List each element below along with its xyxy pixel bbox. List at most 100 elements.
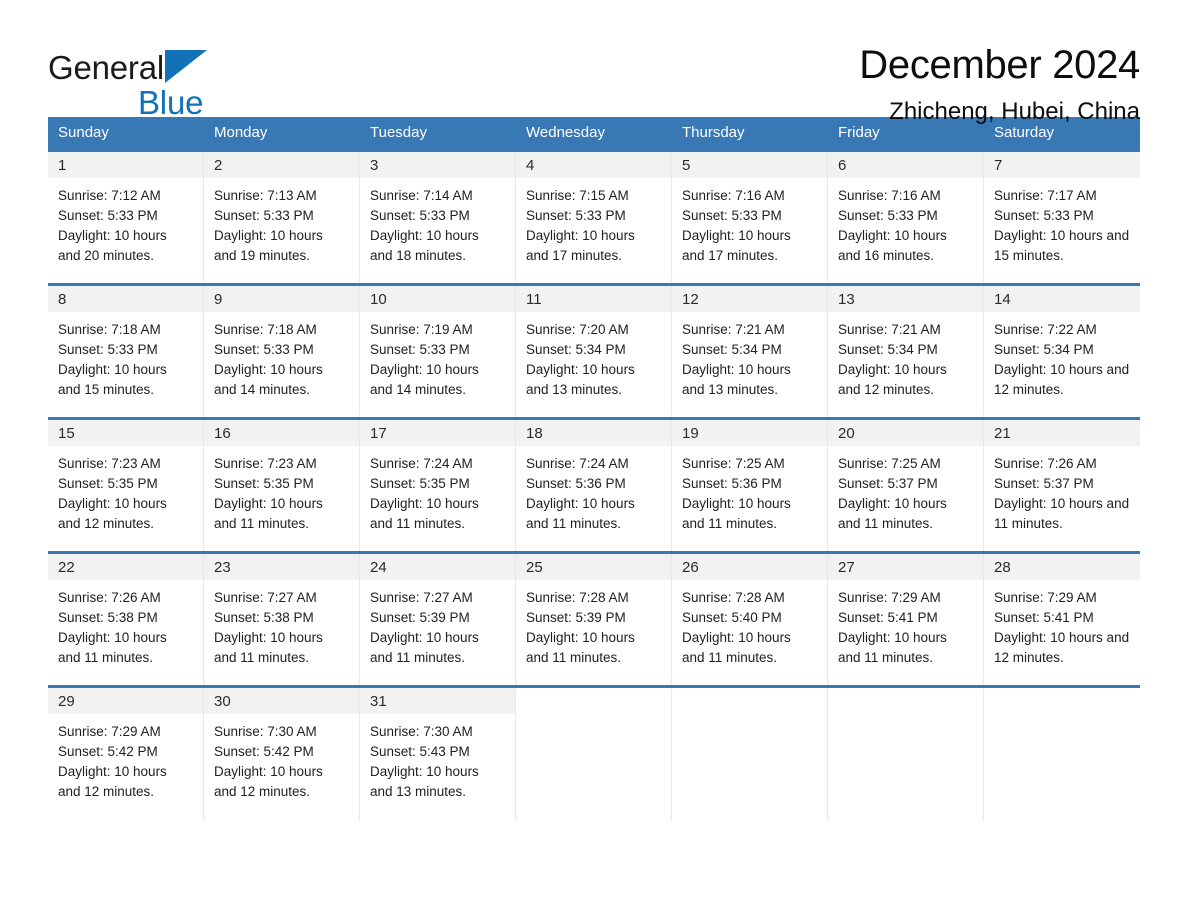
day-number-band: 22 (48, 554, 203, 580)
calendar-day-cell-17[interactable]: 17 Sunrise: 7:24 AM Sunset: 5:35 PM Dayl… (360, 420, 516, 551)
calendar-day-cell-6[interactable]: 6 Sunrise: 7:16 AM Sunset: 5:33 PM Dayli… (828, 152, 984, 283)
calendar-day-cell-29[interactable]: 29 Sunrise: 7:29 AM Sunset: 5:42 PM Dayl… (48, 688, 204, 821)
daylight-text: Daylight: 10 hours and 13 minutes. (682, 362, 791, 397)
calendar-day-cell-30[interactable]: 30 Sunrise: 7:30 AM Sunset: 5:42 PM Dayl… (204, 688, 360, 821)
calendar-day-cell-12[interactable]: 12 Sunrise: 7:21 AM Sunset: 5:34 PM Dayl… (672, 286, 828, 417)
day-info: Sunrise: 7:21 AM Sunset: 5:34 PM Dayligh… (672, 312, 827, 400)
sunrise-text: Sunrise: 7:19 AM (370, 322, 473, 337)
sunrise-text: Sunrise: 7:26 AM (994, 456, 1097, 471)
calendar-day-cell-2[interactable]: 2 Sunrise: 7:13 AM Sunset: 5:33 PM Dayli… (204, 152, 360, 283)
day-number: 15 (58, 424, 75, 442)
daylight-text: Daylight: 10 hours and 11 minutes. (994, 496, 1130, 531)
day-number: 21 (994, 424, 1011, 442)
sunrise-text: Sunrise: 7:29 AM (994, 590, 1097, 605)
calendar-day-cell-27[interactable]: 27 Sunrise: 7:29 AM Sunset: 5:41 PM Dayl… (828, 554, 984, 685)
weekday-header-tuesday: Tuesday (370, 124, 427, 141)
day-number: 18 (526, 424, 543, 442)
calendar-weeks: 1 Sunrise: 7:12 AM Sunset: 5:33 PM Dayli… (48, 149, 1140, 821)
day-info: Sunrise: 7:24 AM Sunset: 5:35 PM Dayligh… (360, 446, 515, 534)
sunrise-text: Sunrise: 7:28 AM (682, 590, 785, 605)
calendar-day-cell-31[interactable]: 31 Sunrise: 7:30 AM Sunset: 5:43 PM Dayl… (360, 688, 516, 821)
weekday-header-sunday: Sunday (58, 124, 109, 141)
calendar-day-cell-24[interactable]: 24 Sunrise: 7:27 AM Sunset: 5:39 PM Dayl… (360, 554, 516, 685)
day-number: 14 (994, 290, 1011, 308)
calendar-day-cell-3[interactable]: 3 Sunrise: 7:14 AM Sunset: 5:33 PM Dayli… (360, 152, 516, 283)
sunrise-text: Sunrise: 7:27 AM (370, 590, 473, 605)
day-number: 1 (58, 156, 67, 174)
day-number-band: 17 (360, 420, 515, 446)
day-number: 9 (214, 290, 223, 308)
daylight-text: Daylight: 10 hours and 14 minutes. (214, 362, 323, 397)
sunset-text: Sunset: 5:34 PM (994, 342, 1094, 357)
day-number: 12 (682, 290, 699, 308)
day-number-band: 3 (360, 152, 515, 178)
daylight-text: Daylight: 10 hours and 18 minutes. (370, 228, 479, 263)
day-number: 13 (838, 290, 855, 308)
day-number-band: 14 (984, 286, 1140, 312)
sunrise-text: Sunrise: 7:14 AM (370, 188, 473, 203)
calendar-day-cell-21[interactable]: 21 Sunrise: 7:26 AM Sunset: 5:37 PM Dayl… (984, 420, 1140, 551)
day-number-band: 26 (672, 554, 827, 580)
daylight-text: Daylight: 10 hours and 12 minutes. (58, 496, 167, 531)
sunset-text: Sunset: 5:34 PM (526, 342, 626, 357)
day-info: Sunrise: 7:15 AM Sunset: 5:33 PM Dayligh… (516, 178, 671, 266)
calendar-day-cell-20[interactable]: 20 Sunrise: 7:25 AM Sunset: 5:37 PM Dayl… (828, 420, 984, 551)
day-number-band: 2 (204, 152, 359, 178)
calendar-day-cell-7[interactable]: 7 Sunrise: 7:17 AM Sunset: 5:33 PM Dayli… (984, 152, 1140, 283)
day-number-band: 23 (204, 554, 359, 580)
brand-logo[interactable]: General Blue (48, 44, 378, 119)
calendar-day-cell-19[interactable]: 19 Sunrise: 7:25 AM Sunset: 5:36 PM Dayl… (672, 420, 828, 551)
day-info: Sunrise: 7:25 AM Sunset: 5:37 PM Dayligh… (828, 446, 983, 534)
sunrise-text: Sunrise: 7:25 AM (682, 456, 785, 471)
calendar-day-cell-1[interactable]: 1 Sunrise: 7:12 AM Sunset: 5:33 PM Dayli… (48, 152, 204, 283)
daylight-text: Daylight: 10 hours and 11 minutes. (214, 630, 323, 665)
day-number-band: 6 (828, 152, 983, 178)
day-number: 29 (58, 692, 75, 710)
calendar-day-cell-5[interactable]: 5 Sunrise: 7:16 AM Sunset: 5:33 PM Dayli… (672, 152, 828, 283)
day-number-band: 29 (48, 688, 203, 714)
day-number-band: 30 (204, 688, 359, 714)
calendar-day-cell-28[interactable]: 28 Sunrise: 7:29 AM Sunset: 5:41 PM Dayl… (984, 554, 1140, 685)
weekday-header-thursday: Thursday (682, 124, 745, 141)
calendar-week-row-4: 22 Sunrise: 7:26 AM Sunset: 5:38 PM Dayl… (48, 551, 1140, 685)
day-number: 11 (526, 290, 542, 308)
day-info: Sunrise: 7:21 AM Sunset: 5:34 PM Dayligh… (828, 312, 983, 400)
calendar-day-cell-13[interactable]: 13 Sunrise: 7:21 AM Sunset: 5:34 PM Dayl… (828, 286, 984, 417)
day-number-band: 21 (984, 420, 1140, 446)
calendar-day-cell-11[interactable]: 11 Sunrise: 7:20 AM Sunset: 5:34 PM Dayl… (516, 286, 672, 417)
calendar-day-cell-10[interactable]: 10 Sunrise: 7:19 AM Sunset: 5:33 PM Dayl… (360, 286, 516, 417)
calendar-day-cell-14[interactable]: 14 Sunrise: 7:22 AM Sunset: 5:34 PM Dayl… (984, 286, 1140, 417)
calendar-day-cell-4[interactable]: 4 Sunrise: 7:15 AM Sunset: 5:33 PM Dayli… (516, 152, 672, 283)
sunrise-text: Sunrise: 7:16 AM (682, 188, 785, 203)
daylight-text: Daylight: 10 hours and 19 minutes. (214, 228, 323, 263)
sunrise-text: Sunrise: 7:30 AM (214, 724, 317, 739)
calendar-day-cell-23[interactable]: 23 Sunrise: 7:27 AM Sunset: 5:38 PM Dayl… (204, 554, 360, 685)
calendar-page: General Blue December 2024 Zhicheng, Hub… (0, 0, 1188, 918)
sunset-text: Sunset: 5:41 PM (994, 610, 1094, 625)
sunrise-text: Sunrise: 7:20 AM (526, 322, 629, 337)
day-number-band: 20 (828, 420, 983, 446)
calendar-day-cell-9[interactable]: 9 Sunrise: 7:18 AM Sunset: 5:33 PM Dayli… (204, 286, 360, 417)
sunset-text: Sunset: 5:33 PM (370, 208, 470, 223)
calendar-day-cell-25[interactable]: 25 Sunrise: 7:28 AM Sunset: 5:39 PM Dayl… (516, 554, 672, 685)
calendar-day-cell-18[interactable]: 18 Sunrise: 7:24 AM Sunset: 5:36 PM Dayl… (516, 420, 672, 551)
calendar-day-cell-15[interactable]: 15 Sunrise: 7:23 AM Sunset: 5:35 PM Dayl… (48, 420, 204, 551)
calendar-day-cell-22[interactable]: 22 Sunrise: 7:26 AM Sunset: 5:38 PM Dayl… (48, 554, 204, 685)
sunrise-text: Sunrise: 7:15 AM (526, 188, 629, 203)
calendar-day-cell-16[interactable]: 16 Sunrise: 7:23 AM Sunset: 5:35 PM Dayl… (204, 420, 360, 551)
day-info: Sunrise: 7:30 AM Sunset: 5:42 PM Dayligh… (204, 714, 359, 802)
day-number: 19 (682, 424, 699, 442)
day-number-band (828, 688, 983, 714)
sunrise-text: Sunrise: 7:12 AM (58, 188, 161, 203)
day-info (984, 714, 1140, 722)
sunrise-text: Sunrise: 7:29 AM (58, 724, 161, 739)
calendar-week-row-5: 29 Sunrise: 7:29 AM Sunset: 5:42 PM Dayl… (48, 685, 1140, 821)
sunrise-text: Sunrise: 7:21 AM (838, 322, 941, 337)
sunset-text: Sunset: 5:37 PM (838, 476, 938, 491)
day-number: 16 (214, 424, 231, 442)
calendar-day-cell-26[interactable]: 26 Sunrise: 7:28 AM Sunset: 5:40 PM Dayl… (672, 554, 828, 685)
sunrise-text: Sunrise: 7:16 AM (838, 188, 941, 203)
day-number: 22 (58, 558, 75, 576)
calendar-day-cell-8[interactable]: 8 Sunrise: 7:18 AM Sunset: 5:33 PM Dayli… (48, 286, 204, 417)
day-number: 25 (526, 558, 543, 576)
